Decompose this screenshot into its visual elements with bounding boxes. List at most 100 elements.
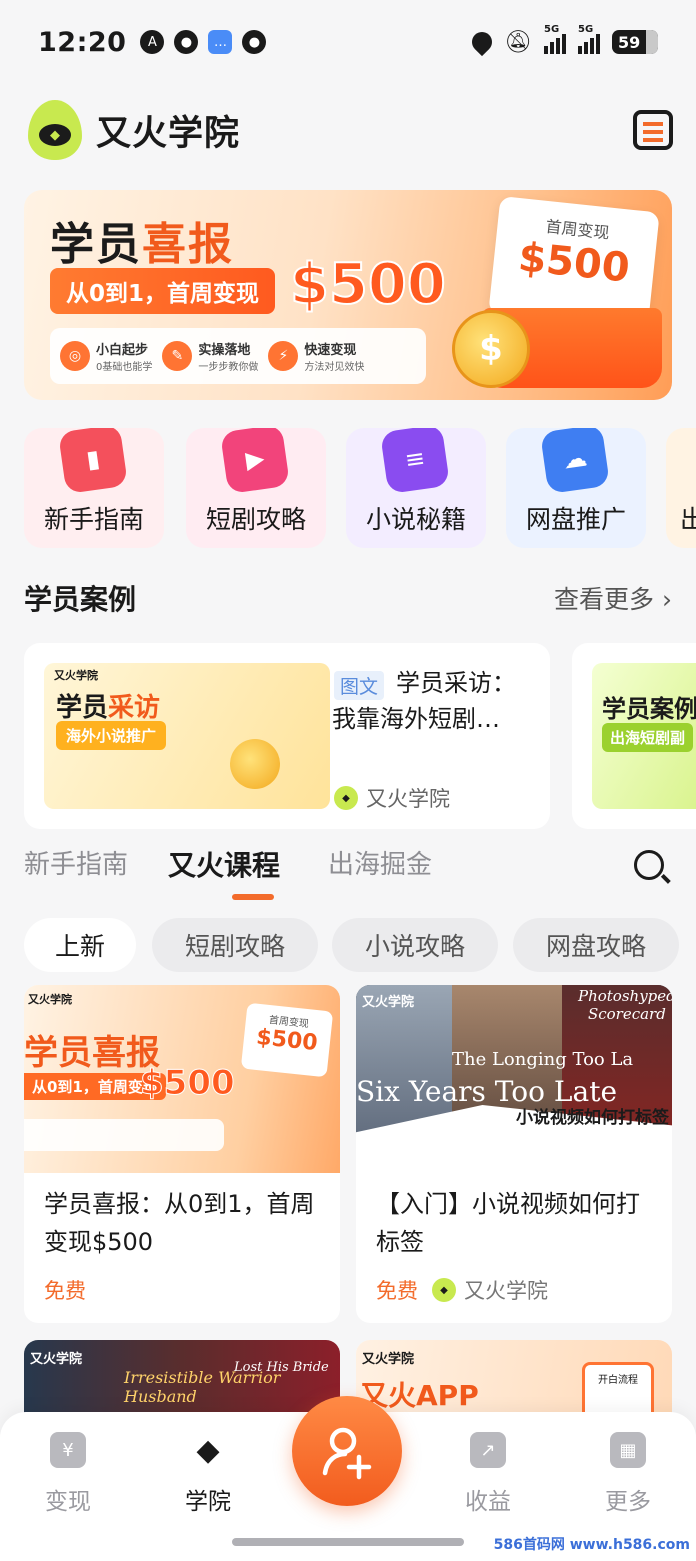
chip-novel[interactable]: 小说攻略: [332, 918, 498, 972]
category-label: 小说秘籍: [365, 505, 466, 534]
signal-icon: 5G: [544, 24, 566, 54]
course-image: 又火学院 学员喜报 从0到1，首周变现 $500 首周变现 $500: [24, 985, 340, 1173]
wallet-icon: ¥: [50, 1432, 86, 1468]
section-title: 学员案例: [24, 583, 137, 616]
category-novel[interactable]: ≡ 小说秘籍: [346, 428, 486, 548]
nav-label: 更多: [605, 1489, 651, 1515]
search-icon[interactable]: [634, 850, 664, 880]
add-user-icon: [322, 1427, 372, 1480]
nav-item-more[interactable]: ▦ 更多: [578, 1432, 678, 1516]
coin-icon: $: [452, 310, 530, 388]
banner-features: ◎ 小白起步 0基础也能学 ✎ 实操落地 一步步教你做 ⚡︎ 快速变现 方法对见效快: [50, 328, 426, 384]
nav-item-academy[interactable]: ◆ 学院: [158, 1432, 258, 1516]
author-name: 又火学院: [366, 787, 450, 811]
chip-new[interactable]: 上新: [24, 918, 136, 972]
image-card: 首周变现 $500: [240, 1002, 334, 1078]
qq-icon: ●: [242, 30, 267, 54]
course-author: ◆ 又火学院: [432, 1275, 548, 1305]
lightning-icon: ⚡︎: [268, 341, 299, 371]
brand-logo-icon: ◆: [334, 786, 358, 810]
tab-overseas[interactable]: 出海掘金: [328, 844, 432, 881]
auto-brightness-icon: A: [140, 30, 165, 54]
course-title: 【入门】小说视频如何打标签: [376, 1190, 640, 1256]
image-title: 小说视频如何打标签: [516, 1108, 669, 1128]
case-author: ◆ 又火学院: [334, 783, 450, 813]
feature-sub: 0基础也能学: [96, 362, 153, 373]
banner-strip: 从0到1，首周变现: [50, 268, 276, 314]
status-bar: 12:20 A ● … ● 🔕︎ 5G 5G 59: [0, 0, 696, 84]
video-icon: ▶: [219, 428, 291, 495]
course-tabs: 新手指南 又火课程 出海掘金: [24, 844, 672, 904]
nav-item-monetize[interactable]: ¥ 变现: [18, 1432, 118, 1516]
category-row: ▮ 新手指南 ▶ 短剧攻略 ≡ 小说秘籍 ☁︎ 网盘推广 ◉ 出: [24, 428, 696, 548]
feature-sub: 方法对见效快: [304, 362, 365, 373]
promo-banner[interactable]: 学员喜报 从0到1，首周变现 $500 首周变现 $500 $ ◎ 小白起步 0基…: [24, 190, 672, 400]
category-short-drama[interactable]: ▶ 短剧攻略: [186, 428, 326, 548]
message-icon: …: [208, 30, 233, 54]
category-newbie-guide[interactable]: ▮ 新手指南: [24, 428, 164, 548]
nav-item-earnings[interactable]: ↗ 收益: [438, 1432, 538, 1516]
banner-amount: $500: [289, 251, 447, 318]
thumb-brand: 又火学院: [54, 669, 98, 682]
image-text: The Longing Too La: [452, 1049, 634, 1070]
graduation-cap-icon: ◆: [196, 1432, 220, 1468]
calendar-icon[interactable]: [633, 110, 673, 150]
thumb-strip: 出海短剧副: [602, 723, 694, 752]
thumb-strip: 海外小说推广: [56, 721, 167, 750]
course-image: Photoshyped Scorecard The Longing Too La…: [356, 985, 672, 1173]
image-text: Lost His Bride: [234, 1360, 329, 1375]
course-card[interactable]: 又火学院 学员喜报 从0到1，首周变现 $500 首周变现 $500 学员喜报：…: [24, 985, 340, 1323]
category-netdisk[interactable]: ☁︎ 网盘推广: [506, 428, 646, 548]
thumb-title: 学员采访: [56, 693, 161, 723]
app-title: 又火学院: [96, 113, 241, 154]
case-card[interactable]: 又火学院 学员采访 海外小说推广 图文 学员采访：我靠海外短剧… ◆ 又火学院: [24, 643, 550, 829]
chip-short-drama[interactable]: 短剧攻略: [152, 918, 318, 972]
qq-icon: ●: [174, 30, 199, 54]
tab-courses[interactable]: 又火课程: [168, 844, 280, 884]
tab-newbie-guide[interactable]: 新手指南: [24, 844, 128, 881]
feature-item: ◎ 小白起步 0基础也能学: [60, 339, 152, 373]
chart-icon: ↗: [470, 1432, 506, 1468]
nav-label: 学院: [185, 1489, 231, 1515]
brand-logo-icon: ◆: [432, 1278, 456, 1302]
feature-sub: 一步步教你做: [198, 362, 259, 373]
category-overseas[interactable]: ◉ 出: [666, 428, 696, 548]
case-thumbnail: 学员案例 出海短剧副: [592, 663, 696, 809]
feature-title: 小白起步: [96, 343, 149, 358]
course-meta: 免费 ◆ 又火学院: [376, 1275, 548, 1305]
location-icon: [467, 27, 497, 57]
bookmark-icon: ▮: [57, 428, 129, 495]
course-card[interactable]: Photoshyped Scorecard The Longing Too La…: [356, 985, 672, 1323]
image-brand: 又火学院: [362, 1352, 415, 1367]
mute-icon: 🔕︎: [504, 29, 532, 55]
coin-icon: [230, 739, 280, 789]
case-card[interactable]: 学员案例 出海短剧副: [572, 643, 696, 829]
app-logo: ◆: [28, 100, 82, 160]
image-brand: 又火学院: [28, 993, 72, 1006]
author-name: 又火学院: [464, 1279, 548, 1303]
cloud-icon: ☁︎: [539, 428, 611, 495]
case-thumbnail: 又火学院 学员采访 海外小说推广: [44, 663, 330, 809]
nav-label: 收益: [465, 1489, 511, 1515]
tab-indicator: [232, 894, 274, 900]
image-amount: $500: [140, 1063, 236, 1104]
category-label: 出: [680, 505, 696, 534]
category-label: 短剧攻略: [205, 505, 306, 534]
add-user-button[interactable]: [292, 1396, 402, 1506]
course-meta: 免费: [44, 1275, 86, 1305]
chip-netdisk[interactable]: 网盘攻略: [513, 918, 679, 972]
home-indicator[interactable]: [232, 1538, 464, 1546]
watermark: 586首码网 www.h586.com: [493, 1537, 690, 1553]
thumb-title: 学员案例: [602, 695, 696, 723]
case-title: 学员采访：我靠海外短剧…: [332, 669, 516, 733]
image-brand: 又火学院: [30, 1352, 83, 1367]
category-label: 新手指南: [43, 505, 144, 534]
grid-icon: ▦: [610, 1432, 646, 1468]
status-time: 12:20: [38, 26, 127, 58]
nav-label: 变现: [45, 1489, 91, 1515]
category-label: 网盘推广: [525, 505, 626, 534]
filter-chips: 上新 短剧攻略 小说攻略 网盘攻略: [24, 918, 696, 972]
view-more-link[interactable]: 查看更多 ›: [554, 580, 672, 616]
feature-item: ✎ 实操落地 一步步教你做: [162, 339, 258, 373]
feature-item: ⚡︎ 快速变现 方法对见效快: [268, 339, 364, 373]
